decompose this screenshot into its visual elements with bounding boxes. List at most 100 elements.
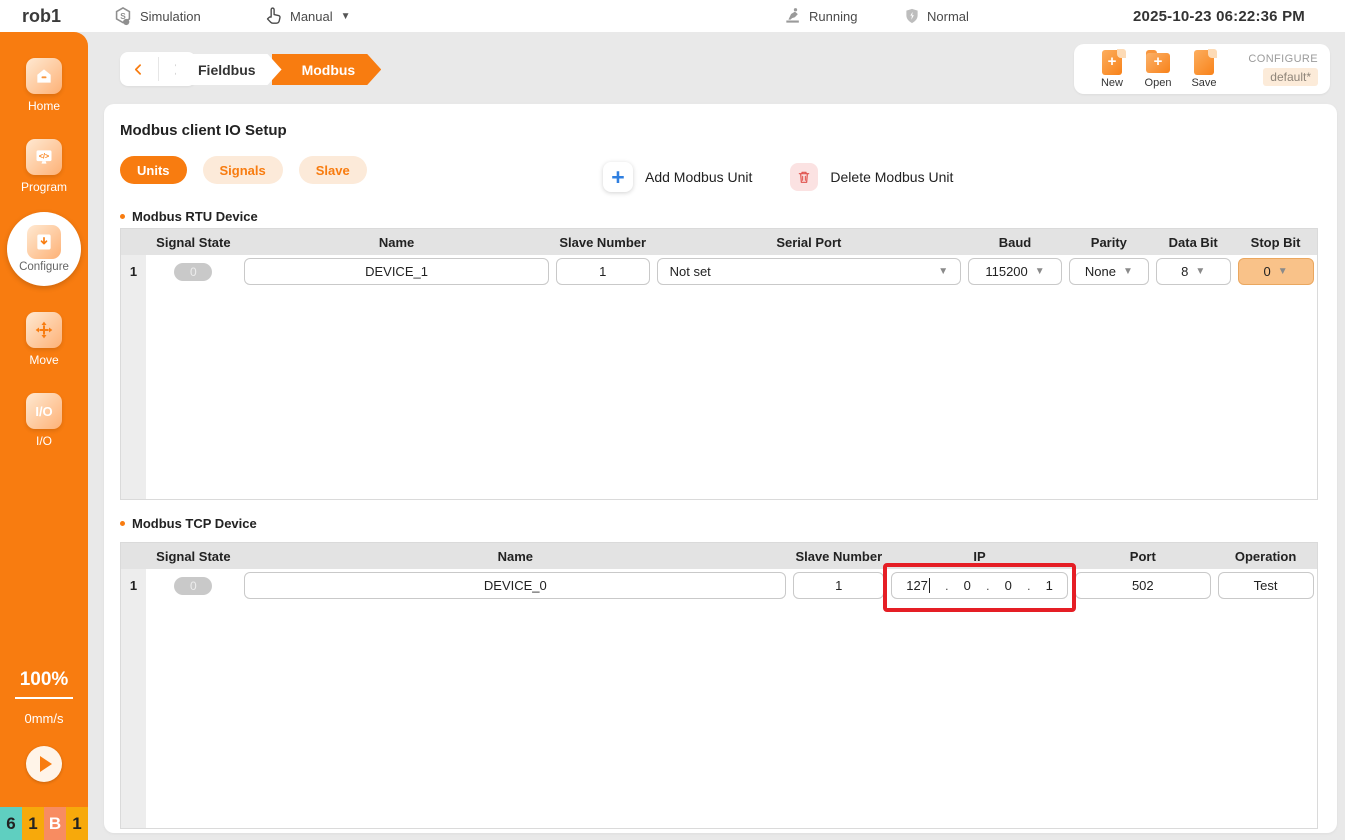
new-file-icon: + bbox=[1099, 50, 1125, 76]
rtu-table-row: 1 0 DEVICE_1 1 Not set▼ 115200▼ None▼ 8▼… bbox=[121, 255, 1317, 288]
file-toolbar: + New + Open Save CONFIGURE default* bbox=[1074, 44, 1330, 94]
delete-modbus-unit-button[interactable]: Delete Modbus Unit bbox=[790, 163, 953, 191]
new-button[interactable]: + New bbox=[1090, 50, 1134, 89]
tab-strip: Units Signals Slave bbox=[120, 156, 367, 184]
sidebar-nav: Home </> Program Configure Move I/O I/O … bbox=[0, 32, 88, 808]
sidebar-item-label: Move bbox=[29, 353, 58, 367]
status-square[interactable]: 1 bbox=[66, 807, 88, 840]
unit-actions: + Add Modbus Unit Delete Modbus Unit bbox=[603, 162, 953, 192]
chevron-down-icon: ▼ bbox=[1123, 266, 1133, 277]
open-folder-icon: + bbox=[1145, 50, 1171, 76]
parity-select[interactable]: None▼ bbox=[1069, 258, 1149, 285]
mode-selector[interactable]: Manual ▼ bbox=[262, 0, 351, 32]
move-arrows-icon bbox=[26, 312, 62, 348]
safety-status: Normal bbox=[903, 0, 969, 32]
sidebar-item-label: I/O bbox=[36, 434, 52, 448]
rtu-slave-number-input[interactable]: 1 bbox=[556, 258, 650, 285]
mode-label: Manual bbox=[290, 9, 333, 24]
add-modbus-unit-button[interactable]: + Add Modbus Unit bbox=[603, 162, 752, 192]
tcp-table-header: Signal State Name Slave Number IP Port O… bbox=[121, 543, 1317, 569]
trash-icon bbox=[790, 163, 818, 191]
simulation-label: Simulation bbox=[140, 9, 201, 24]
hand-manual-icon bbox=[262, 5, 284, 27]
data-bit-select[interactable]: 8▼ bbox=[1156, 258, 1231, 285]
chevron-down-icon: ▼ bbox=[1035, 266, 1045, 277]
tcp-slave-number-input[interactable]: 1 bbox=[793, 572, 884, 599]
baud-select[interactable]: 115200▼ bbox=[968, 258, 1062, 285]
bullet-icon bbox=[120, 214, 125, 219]
code-monitor-icon: </> bbox=[26, 139, 62, 175]
speed-percent[interactable]: 100% bbox=[20, 669, 69, 691]
signal-state-pill: 0 bbox=[174, 577, 212, 595]
home-icon bbox=[26, 58, 62, 94]
plus-icon: + bbox=[603, 162, 633, 192]
speed-block: 100% 0mm/s bbox=[0, 669, 88, 808]
row-number-column bbox=[121, 255, 146, 499]
text-cursor bbox=[929, 578, 930, 593]
sidebar-item-move[interactable]: Move bbox=[26, 312, 62, 367]
configure-indicator: CONFIGURE default* bbox=[1248, 53, 1318, 86]
status-square[interactable]: B bbox=[44, 807, 66, 840]
row-number-column bbox=[121, 569, 146, 828]
io-icon: I/O bbox=[26, 393, 62, 429]
tab-units[interactable]: Units bbox=[120, 156, 187, 184]
robot-running-icon bbox=[783, 6, 803, 26]
tab-signals[interactable]: Signals bbox=[203, 156, 283, 184]
chevron-down-icon: ▼ bbox=[1195, 266, 1205, 277]
sidebar-item-label: Home bbox=[28, 99, 60, 113]
sidebar-item-home[interactable]: Home bbox=[26, 58, 62, 113]
rtu-section-header: Modbus RTU Device bbox=[120, 209, 258, 224]
speed-underline bbox=[15, 697, 73, 699]
breadcrumb-modbus[interactable]: Modbus bbox=[272, 54, 382, 85]
port-input[interactable]: 502 bbox=[1075, 572, 1211, 599]
modbus-setup-panel: Modbus client IO Setup Units Signals Sla… bbox=[104, 104, 1337, 833]
breadcrumb-fieldbus[interactable]: Fieldbus bbox=[176, 54, 282, 85]
rtu-device-table: Signal State Name Slave Number Serial Po… bbox=[120, 228, 1318, 500]
tcp-table-row: 1 0 DEVICE_0 1 127 . 0 . 0 . 1 502 Test bbox=[121, 569, 1317, 602]
page-title: Modbus client IO Setup bbox=[120, 122, 287, 139]
play-icon bbox=[40, 756, 52, 772]
breadcrumb: Fieldbus Modbus bbox=[176, 54, 381, 85]
open-button[interactable]: + Open bbox=[1136, 50, 1180, 89]
top-status-bar: rob1 S Simulation Manual ▼ Running Norma… bbox=[0, 0, 1345, 32]
sidebar-item-label: Configure bbox=[19, 261, 69, 273]
chevron-down-icon: ▼ bbox=[341, 11, 351, 22]
svg-text:</>: </> bbox=[39, 152, 49, 160]
datetime-display: 2025-10-23 06:22:36 PM bbox=[1133, 0, 1305, 32]
back-button[interactable] bbox=[120, 52, 158, 86]
serial-port-select[interactable]: Not set▼ bbox=[657, 258, 961, 285]
stop-bit-select[interactable]: 0▼ bbox=[1238, 258, 1314, 285]
simulation-status: S Simulation bbox=[112, 0, 201, 32]
sidebar-item-program[interactable]: </> Program bbox=[21, 139, 67, 194]
robot-name: rob1 bbox=[22, 0, 61, 32]
speed-linear: 0mm/s bbox=[25, 711, 64, 726]
tab-slave[interactable]: Slave bbox=[299, 156, 367, 184]
signal-state-pill: 0 bbox=[174, 263, 212, 281]
ip-address-input[interactable]: 127 . 0 . 0 . 1 bbox=[891, 572, 1068, 599]
chevron-down-icon: ▼ bbox=[1278, 266, 1288, 277]
shield-icon bbox=[903, 7, 921, 25]
run-status-label: Running bbox=[809, 9, 857, 24]
sidebar-item-io[interactable]: I/O I/O bbox=[26, 393, 62, 448]
play-button[interactable] bbox=[26, 746, 62, 782]
configure-label: CONFIGURE bbox=[1248, 53, 1318, 65]
configure-book-icon bbox=[27, 225, 61, 259]
tcp-device-table: Signal State Name Slave Number IP Port O… bbox=[120, 542, 1318, 829]
run-status: Running bbox=[783, 0, 857, 32]
rtu-name-input[interactable]: DEVICE_1 bbox=[244, 258, 548, 285]
config-name-badge[interactable]: default* bbox=[1263, 68, 1318, 86]
bullet-icon bbox=[120, 521, 125, 526]
safety-status-label: Normal bbox=[927, 9, 969, 24]
sidebar-item-label: Program bbox=[21, 180, 67, 194]
test-button[interactable]: Test bbox=[1218, 572, 1314, 599]
tcp-section-header: Modbus TCP Device bbox=[120, 516, 257, 531]
sidebar-item-configure[interactable]: Configure bbox=[7, 212, 81, 286]
status-square[interactable]: 6 bbox=[0, 807, 22, 840]
rtu-table-header: Signal State Name Slave Number Serial Po… bbox=[121, 229, 1317, 255]
status-square[interactable]: 1 bbox=[22, 807, 44, 840]
save-button[interactable]: Save bbox=[1182, 50, 1226, 89]
status-square-strip: 6 1 B 1 bbox=[0, 807, 88, 840]
save-file-icon bbox=[1191, 50, 1217, 76]
tcp-name-input[interactable]: DEVICE_0 bbox=[244, 572, 786, 599]
chevron-down-icon: ▼ bbox=[938, 266, 948, 277]
